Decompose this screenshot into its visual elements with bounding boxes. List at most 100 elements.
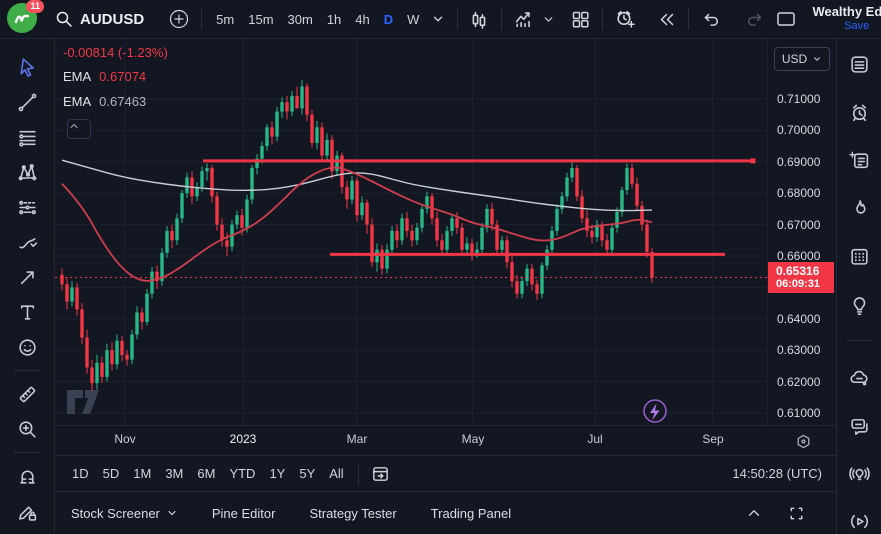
tool-arrow[interactable]: [14, 264, 40, 290]
price-axis[interactable]: USD 0.65316 06:09:31 0.710000.700000.690…: [767, 39, 836, 425]
chart-style-button[interactable]: [465, 5, 494, 34]
panel-expand-button[interactable]: [741, 500, 767, 526]
panel-maximize-button[interactable]: [783, 500, 810, 527]
tool-brush[interactable]: [14, 229, 40, 255]
range-1d[interactable]: 1D: [65, 462, 96, 485]
tool-magnet[interactable]: [14, 463, 40, 489]
bottom-panel: Stock Screener Pine Editor Strategy Tester…: [55, 491, 836, 534]
range-3m[interactable]: 3M: [158, 462, 190, 485]
tab-label: Strategy Tester: [309, 506, 396, 521]
range-1m[interactable]: 1M: [126, 462, 158, 485]
price-change: -0.00814 (-1.23%): [63, 45, 168, 60]
tool-ruler[interactable]: [14, 381, 40, 407]
brush-icon: [17, 232, 38, 253]
tool-emoji[interactable]: [14, 334, 40, 360]
text-icon: [17, 302, 38, 323]
panel-ideas[interactable]: [846, 291, 872, 317]
panel-hotlist[interactable]: [846, 195, 872, 221]
alert-button[interactable]: [610, 4, 640, 34]
search-icon: [55, 10, 73, 28]
clock-utc[interactable]: 14:50:28 (UTC): [732, 466, 822, 481]
legend-collapse-button[interactable]: [67, 119, 91, 139]
time-label: May: [462, 432, 485, 446]
timeframe-menu-button[interactable]: [426, 7, 450, 31]
range-6m[interactable]: 6M: [190, 462, 222, 485]
account-logo[interactable]: 11: [7, 3, 39, 35]
layout-select-button[interactable]: [770, 4, 802, 34]
tool-cursor[interactable]: [14, 54, 40, 80]
right-panel-toolbar: [836, 39, 881, 534]
add-symbol-icon: [169, 9, 189, 29]
indicators-menu-button[interactable]: [537, 8, 560, 31]
undo-button[interactable]: [696, 4, 726, 34]
timeframe-30m[interactable]: 30m: [281, 7, 320, 32]
tool-trend-line[interactable]: [14, 89, 40, 115]
redo-button[interactable]: [740, 4, 770, 34]
timeframe-1h[interactable]: 1h: [320, 7, 348, 32]
bar-countdown: 06:09:31: [776, 278, 834, 291]
tab-strategy-tester[interactable]: Strategy Tester: [309, 506, 396, 521]
panel-watchlist[interactable]: [846, 51, 872, 77]
indicators-button[interactable]: [509, 4, 539, 34]
panel-minds[interactable]: [846, 364, 872, 390]
tab-trading-panel[interactable]: Trading Panel: [431, 506, 511, 521]
chart-plot[interactable]: -0.00814 (-1.23%) EMA 0.67074 EMA 0.6746…: [55, 39, 767, 425]
time-axis[interactable]: Nov2023MarMayJulSep: [55, 425, 836, 455]
price-tick: 0.68000: [777, 185, 820, 201]
tool-lock-drawings[interactable]: [14, 498, 40, 524]
timeframe-5m[interactable]: 5m: [209, 7, 241, 32]
panel-calendar[interactable]: [846, 243, 872, 269]
price-tick: 0.67000: [777, 217, 820, 233]
tool-forecast[interactable]: [14, 194, 40, 220]
streams-icon: [849, 511, 870, 532]
layout-grid-button[interactable]: [566, 5, 595, 34]
add-symbol-button[interactable]: [164, 4, 194, 34]
tool-zoom-in[interactable]: [14, 416, 40, 442]
cloud-save-button[interactable]: Save: [844, 20, 869, 33]
notification-badge: 11: [26, 0, 44, 13]
broadcast-bulb-icon: [849, 463, 870, 484]
tool-fib-retracement[interactable]: [14, 124, 40, 150]
time-label: Mar: [347, 432, 368, 446]
timeframe-d[interactable]: D: [377, 7, 400, 32]
price-tick: 0.63000: [777, 342, 820, 358]
flame-icon: [849, 198, 870, 219]
tab-stock-screener[interactable]: Stock Screener: [71, 506, 178, 521]
panel-news[interactable]: [846, 147, 872, 173]
symbol-search-button[interactable]: AUDUSD: [49, 6, 150, 32]
chevron-up-icon: [68, 120, 80, 132]
price-tick: 0.61000: [777, 405, 820, 421]
tab-label: Pine Editor: [212, 506, 276, 521]
tool-text[interactable]: [14, 299, 40, 325]
left-drawing-toolbar: [0, 39, 55, 534]
indicator-row-ema-fast[interactable]: EMA 0.67074: [63, 69, 168, 84]
panel-chat[interactable]: [846, 412, 872, 438]
emoji-icon: [17, 337, 38, 358]
range-1y[interactable]: 1Y: [262, 462, 292, 485]
chevron-down-icon: [166, 507, 178, 519]
divider: [14, 452, 40, 453]
range-all[interactable]: All: [322, 462, 350, 485]
account-menu[interactable]: Wealthy Educ. Save: [812, 5, 881, 33]
range-5y[interactable]: 5Y: [292, 462, 322, 485]
panel-alerts[interactable]: [846, 99, 872, 125]
go-to-date-button[interactable]: [366, 459, 395, 488]
tool-xabcd-pattern[interactable]: [14, 159, 40, 185]
panel-streams[interactable]: [846, 508, 872, 534]
range-5d[interactable]: 5D: [96, 462, 127, 485]
timeframe-4h[interactable]: 4h: [348, 7, 376, 32]
timeframe-15m[interactable]: 15m: [241, 7, 280, 32]
price-scale-settings-button[interactable]: [791, 429, 815, 453]
range-ytd[interactable]: YTD: [222, 462, 262, 485]
chevron-down-icon: [431, 12, 445, 26]
currency-label: USD: [782, 52, 807, 66]
replay-button[interactable]: [652, 5, 681, 34]
panel-live-ideas[interactable]: [846, 460, 872, 486]
undo-icon: [701, 9, 721, 29]
zoom-in-icon: [17, 419, 38, 440]
currency-toggle-button[interactable]: USD: [774, 47, 830, 71]
price-tick: 0.62000: [777, 374, 820, 390]
tab-pine-editor[interactable]: Pine Editor: [212, 506, 276, 521]
timeframe-w[interactable]: W: [400, 7, 426, 32]
indicator-row-ema-slow[interactable]: EMA 0.67463: [63, 94, 168, 109]
